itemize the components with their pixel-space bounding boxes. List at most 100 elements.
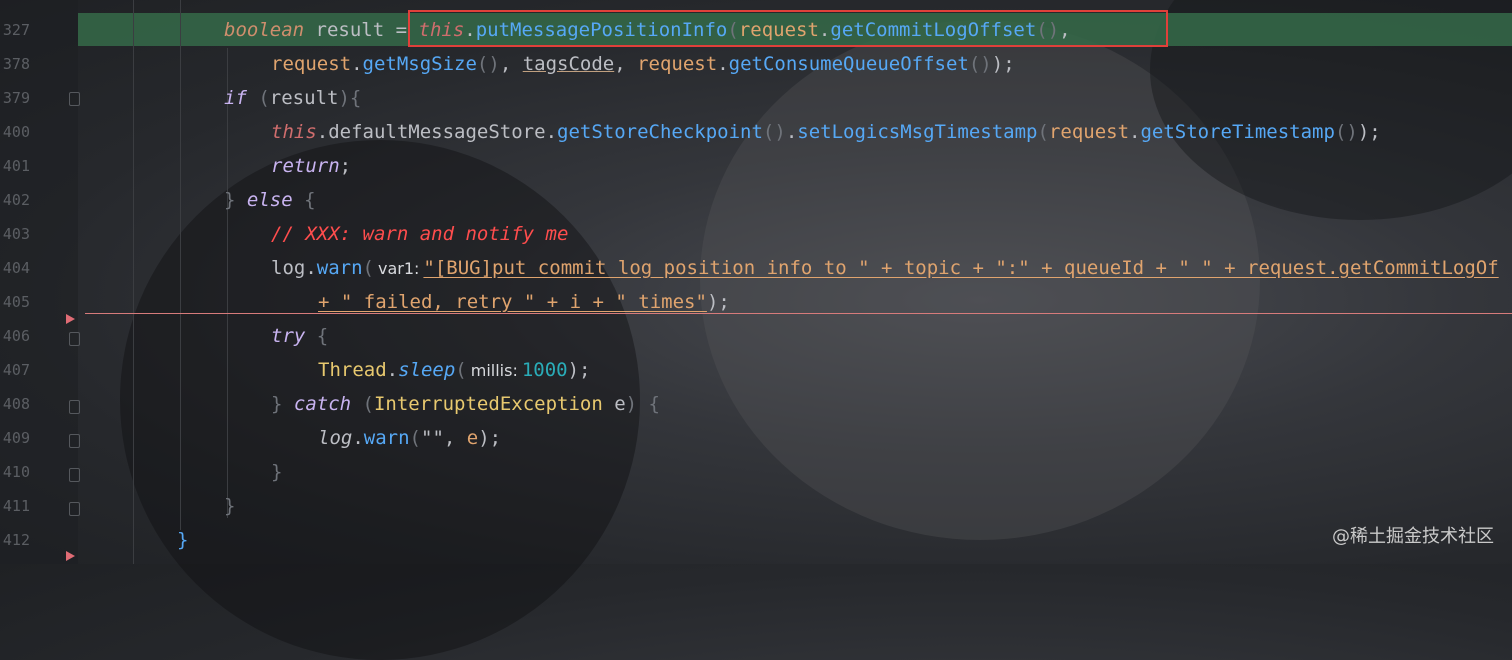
code-line-7[interactable]: // XXX: warn and notify me [271, 217, 568, 251]
dot: . [1129, 121, 1141, 143]
code-line-11[interactable]: Thread.sleep(millis: 1000); [318, 353, 591, 387]
highlight-box [408, 10, 1168, 47]
paren: ) { [625, 393, 660, 415]
object-name: log [271, 257, 306, 279]
fold-marker-icon[interactable] [69, 332, 80, 346]
dot: . [785, 121, 798, 143]
dot: . [386, 359, 399, 381]
brace: { [305, 325, 329, 347]
paren: ){ [338, 87, 362, 109]
paren: ( [351, 393, 374, 415]
object-name: request [271, 53, 352, 75]
brace: } [271, 393, 294, 415]
method-name: warn [363, 427, 410, 449]
paren: ( [409, 427, 421, 449]
line-number: 410 [2, 463, 30, 481]
class-name: Thread [318, 359, 387, 381]
dot: . [305, 257, 317, 279]
keyword: if [224, 87, 247, 109]
semicolon: ); [1357, 121, 1381, 143]
paren: () [762, 121, 786, 143]
code-line-15[interactable]: } [224, 489, 235, 523]
variable: e [602, 393, 626, 415]
comma: , [499, 53, 523, 75]
indent-guide [133, 0, 134, 564]
parameter-hint: var1: [378, 259, 420, 278]
method-name: getStoreTimestamp [1140, 121, 1335, 143]
dot: . [316, 121, 329, 143]
method-name: getConsumeQueueOffset [728, 53, 969, 75]
method-name: sleep [398, 359, 456, 381]
indent-guide [180, 0, 181, 530]
dot: . [545, 121, 558, 143]
keyword: else [246, 189, 293, 211]
fold-marker-icon[interactable] [69, 92, 80, 106]
brace: } [177, 529, 189, 551]
line-number: 409 [2, 429, 30, 447]
variable: result [269, 87, 339, 109]
code-line-4[interactable]: this.defaultMessageStore.getStoreCheckpo… [271, 115, 1381, 149]
fold-marker-icon[interactable] [69, 400, 80, 414]
brace: { [292, 189, 316, 211]
semicolon: ); [478, 427, 502, 449]
fold-marker-icon[interactable] [69, 502, 80, 516]
code-line-10[interactable]: try { [271, 319, 328, 353]
string-literal: "" [421, 427, 444, 449]
indent-guide [227, 48, 228, 518]
line-number: 327 [2, 21, 30, 39]
object-name: request [637, 53, 718, 75]
paren: () [476, 53, 500, 75]
paren: () [1334, 121, 1358, 143]
line-number: 379 [2, 89, 30, 107]
class-name: InterruptedException [373, 393, 603, 415]
code-line-16[interactable]: } [177, 523, 188, 557]
number-literal: 1000 [521, 359, 568, 381]
code-line-5[interactable]: return; [271, 149, 351, 183]
comment: // XXX: warn and notify me [271, 223, 569, 245]
semicolon: ); [567, 359, 591, 381]
line-number: 411 [2, 497, 30, 515]
line-number: 412 [2, 531, 30, 549]
code-line-6[interactable]: } else { [224, 183, 316, 217]
field-name: defaultMessageStore [328, 121, 546, 143]
method-name: warn [316, 257, 363, 279]
error-underline [85, 313, 1512, 314]
code-line-14[interactable]: } [271, 455, 282, 489]
line-number: 408 [2, 395, 30, 413]
keyword: boolean [224, 19, 305, 41]
watermark: @稀土掘金技术社区 [1332, 526, 1494, 547]
paren: ( [1037, 121, 1049, 143]
paren: ( [362, 257, 374, 279]
fold-marker-icon[interactable] [69, 434, 80, 448]
operator: = [395, 19, 408, 41]
keyword-this: this [271, 121, 317, 143]
object-name: request [1048, 121, 1130, 143]
code-line-13[interactable]: log.warn("", e); [318, 421, 501, 455]
breakpoint-arrow-icon[interactable] [66, 551, 75, 561]
method-name: getMsgSize [362, 53, 477, 75]
line-number: 405 [2, 293, 30, 311]
breakpoint-arrow-icon[interactable] [66, 314, 75, 324]
brace: } [224, 495, 236, 517]
variable: result [304, 19, 396, 41]
line-number: 407 [2, 361, 30, 379]
dot: . [351, 53, 363, 75]
dot: . [352, 427, 364, 449]
line-number: 378 [2, 55, 30, 73]
keyword: return [271, 155, 340, 177]
code-line-8[interactable]: log.warn(var1: "[BUG]put commit log posit… [271, 251, 1499, 285]
line-number: 403 [2, 225, 30, 243]
code-line-2[interactable]: request.getMsgSize(), tagsCode, request.… [271, 47, 1015, 81]
fold-marker-icon[interactable] [69, 468, 80, 482]
paren: ( [455, 359, 467, 381]
line-number: 400 [2, 123, 30, 141]
paren: ( [258, 87, 270, 109]
string-literal: "[BUG]put commit log position info to " … [423, 257, 1499, 279]
code-line-3[interactable]: if (result){ [224, 81, 361, 115]
keyword: catch [293, 393, 352, 415]
code-line-12[interactable]: } catch (InterruptedException e) { [271, 387, 660, 421]
line-number: 402 [2, 191, 30, 209]
brace: } [271, 461, 283, 483]
keyword: try [271, 325, 306, 347]
line-number: 406 [2, 327, 30, 345]
